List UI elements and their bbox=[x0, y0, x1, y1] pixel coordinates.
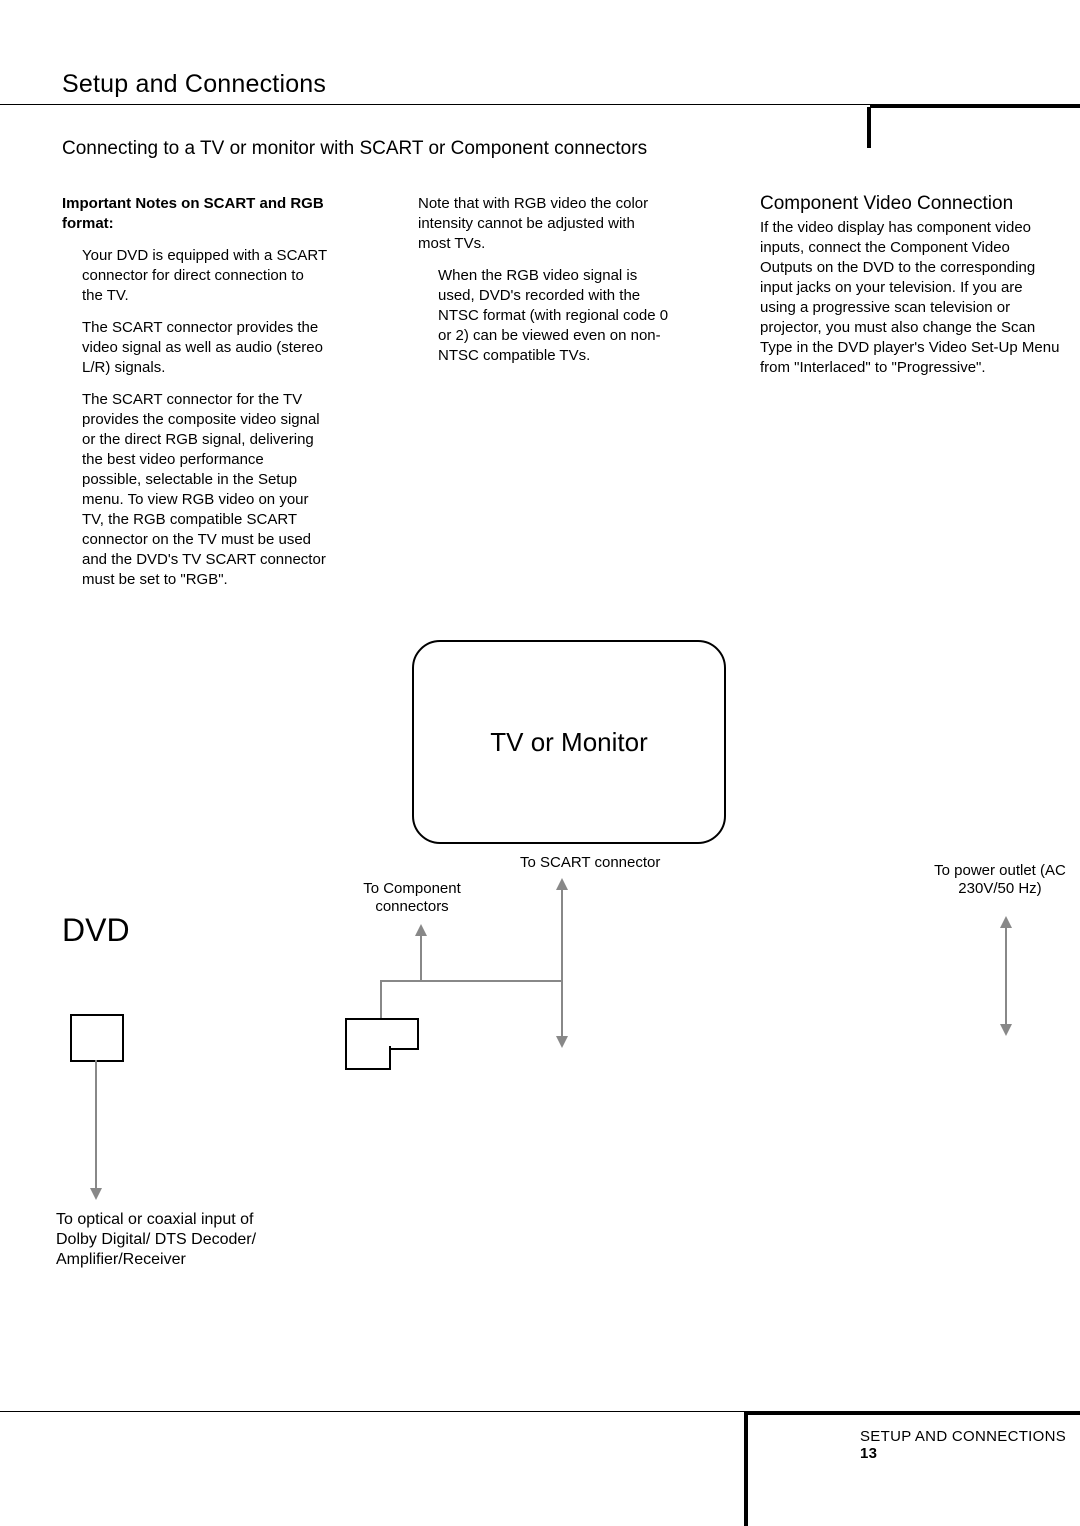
col1-heading: Important Notes on SCART and RGB format: bbox=[62, 194, 327, 234]
dvd-label: DVD bbox=[62, 912, 130, 949]
footer-page: 13 bbox=[860, 1445, 877, 1462]
tv-monitor-box: TV or Monitor bbox=[412, 640, 726, 844]
audio-arrowhead bbox=[90, 1188, 102, 1200]
digital-out-icon bbox=[70, 1014, 124, 1062]
column-3: Component Video Connection If the video … bbox=[760, 194, 1060, 390]
label-to-power: To power outlet (AC 230V/50 Hz) bbox=[920, 862, 1080, 898]
footer-horz bbox=[744, 1411, 1080, 1415]
connection-diagram: DVD TV or Monitor To SCART connector To … bbox=[0, 640, 1080, 1400]
col2-p1: Note that with RGB video the color inten… bbox=[418, 194, 670, 254]
section-title: Connecting to a TV or monitor with SCART… bbox=[62, 138, 647, 160]
footer-section: SETUP AND CONNECTIONS bbox=[860, 1428, 1066, 1445]
label-to-component: To Component connectors bbox=[342, 880, 482, 916]
label-to-audio: To optical or coaxial input of Dolby Dig… bbox=[56, 1210, 286, 1270]
footer-vert bbox=[744, 1411, 748, 1526]
column-2: Note that with RGB video the color inten… bbox=[418, 194, 670, 378]
scart-vdrop bbox=[380, 980, 382, 1020]
col3-heading: Component Video Connection bbox=[760, 194, 1060, 214]
scart-connector-icon bbox=[345, 1018, 419, 1050]
column-1: Important Notes on SCART and RGB format:… bbox=[62, 194, 327, 602]
top-rule bbox=[0, 104, 1080, 108]
col1-p3: The SCART connector for the TV provides … bbox=[62, 390, 327, 590]
manual-page: Setup and Connections Connecting to a TV… bbox=[0, 0, 1080, 1526]
audio-vline bbox=[95, 1060, 97, 1190]
scart-hline bbox=[380, 980, 562, 982]
col1-p2: The SCART connector provides the video s… bbox=[62, 318, 327, 378]
tv-monitor-label: TV or Monitor bbox=[490, 727, 648, 758]
col2-p2: When the RGB video signal is used, DVD's… bbox=[418, 266, 670, 366]
label-to-scart: To SCART connector bbox=[520, 854, 660, 872]
page-title: Setup and Connections bbox=[62, 70, 326, 99]
col3-p1: If the video display has component video… bbox=[760, 218, 1060, 378]
col1-p1: Your DVD is equipped with a SCART connec… bbox=[62, 246, 327, 306]
footer-text: SETUP AND CONNECTIONS 13 bbox=[860, 1428, 1080, 1462]
